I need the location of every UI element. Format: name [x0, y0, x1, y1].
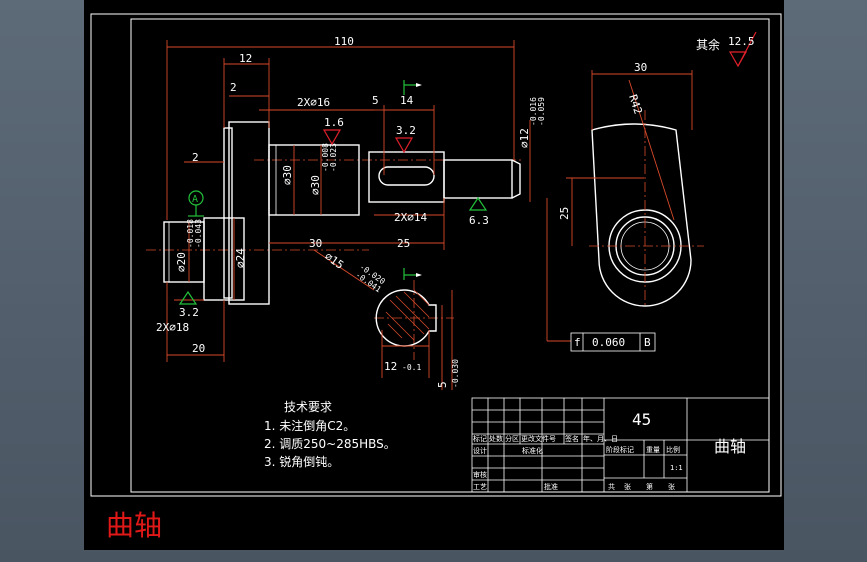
roughness-1-6: 1.6 — [324, 116, 344, 129]
dim-2x16: 2X∅16 — [297, 96, 330, 109]
dim-key-12: 12 — [384, 360, 397, 373]
drawing-sheet: 110 12 2 2X∅16 5 14 1.6 3.2 2 ∅30 ∅30 -0… — [84, 0, 784, 550]
roughness-symbols — [178, 31, 757, 305]
svg-text:年、月、日: 年、月、日 — [583, 434, 618, 443]
svg-text:f: f — [574, 336, 581, 349]
datum-a-symbol: A — [188, 190, 204, 217]
svg-text:标准化: 标准化 — [522, 446, 543, 455]
svg-text:技术要求: 技术要求 — [284, 400, 332, 414]
dim-25: 25 — [397, 237, 410, 250]
svg-text:第: 第 — [646, 482, 653, 491]
dim-dia20: ∅20 — [175, 252, 188, 272]
svg-text:共: 共 — [608, 482, 615, 491]
key-section-view: 12 -0.1 5 -0.030 — [374, 280, 460, 390]
dim-14: 14 — [400, 94, 414, 107]
svg-text:A: A — [192, 194, 198, 205]
dim-dia30: ∅30 — [281, 165, 294, 185]
dim-2-top: 2 — [230, 81, 237, 94]
svg-text:3. 锐角倒钝。: 3. 锐角倒钝。 — [264, 455, 339, 469]
svg-text:更改文件号: 更改文件号 — [521, 434, 556, 443]
dim-dia20-low: -0.043 — [194, 219, 203, 248]
material-cell: 45 — [632, 410, 651, 429]
inner-frame — [130, 18, 770, 493]
svg-text:工艺: 工艺 — [473, 483, 487, 491]
dim-crank-30: 30 — [634, 61, 647, 74]
svg-text:12.5: 12.5 — [728, 35, 755, 48]
svg-text:处数: 处数 — [489, 434, 503, 443]
svg-text:0.060: 0.060 — [592, 336, 625, 349]
dim-key-5-tol: -0.030 — [451, 359, 460, 388]
svg-text:1. 未注倒角C2。: 1. 未注倒角C2。 — [264, 418, 355, 433]
svg-text:其余: 其余 — [696, 37, 720, 52]
dim-dia30-low: -0.023 — [329, 143, 338, 172]
dimension-texts: 110 12 2 2X∅16 5 14 1.6 3.2 2 ∅30 ∅30 -0… — [156, 35, 546, 355]
dim-dia12-low: -0.059 — [537, 97, 546, 126]
dim-12: 12 — [239, 52, 252, 65]
dim-crank-r42: R42 — [626, 93, 645, 116]
svg-text:B: B — [644, 336, 651, 349]
dim-dia12: ∅12 — [518, 128, 531, 148]
outer-frame — [90, 13, 782, 497]
svg-text:比例: 比例 — [666, 445, 680, 454]
svg-text:批准: 批准 — [544, 482, 558, 491]
dim-key-5: 5 — [436, 381, 449, 388]
svg-text:张: 张 — [624, 482, 631, 491]
svg-text:设计: 设计 — [473, 446, 487, 455]
svg-text:重量: 重量 — [646, 446, 660, 454]
roughness-3-2-b: 3.2 — [179, 306, 199, 319]
dim-key-12-tol: -0.1 — [402, 363, 421, 372]
dim-2-left: 2 — [192, 151, 199, 164]
drawing-canvas: 110 12 2 2X∅16 5 14 1.6 3.2 2 ∅30 ∅30 -0… — [90, 13, 782, 497]
dim-2x14: 2X∅14 — [394, 211, 427, 224]
roughness-other: 其余 12.5 — [696, 35, 755, 52]
svg-text:标记: 标记 — [473, 434, 487, 443]
svg-text:1:1: 1:1 — [670, 464, 683, 472]
svg-text:签名: 签名 — [565, 434, 579, 443]
dim-30: 30 — [309, 237, 322, 250]
svg-text:阶段标记: 阶段标记 — [606, 445, 634, 454]
title-block: 标记 处数 分区 更改文件号 签名 年、月、日 设计 标准化 审核 工艺 批准 … — [471, 397, 770, 493]
crank-view: 30 R42 25 — [558, 61, 704, 307]
svg-text:审核: 审核 — [473, 470, 487, 479]
dim-2x18: 2X∅18 — [156, 321, 189, 334]
roughness-3-2-a: 3.2 — [396, 124, 416, 137]
dim-overall: 110 — [334, 35, 354, 48]
tech-requirements: 技术要求 1. 未注倒角C2。 2. 调质250~285HBS。 3. 锐角倒钝… — [264, 400, 396, 469]
dim-20: 20 — [192, 342, 205, 355]
part-name-cell: 曲轴 — [714, 437, 746, 456]
svg-text:分区: 分区 — [505, 434, 519, 443]
caption-label: 曲轴 — [106, 509, 163, 542]
dim-crank-25: 25 — [558, 207, 571, 220]
svg-text:张: 张 — [668, 482, 675, 491]
dim-5: 5 — [372, 94, 379, 107]
dim-dia24: ∅24 — [234, 248, 247, 268]
roughness-6-3: 6.3 — [469, 214, 489, 227]
svg-text:2. 调质250~285HBS。: 2. 调质250~285HBS。 — [264, 437, 396, 451]
dim-dia30-tol: ∅30 — [309, 175, 322, 195]
